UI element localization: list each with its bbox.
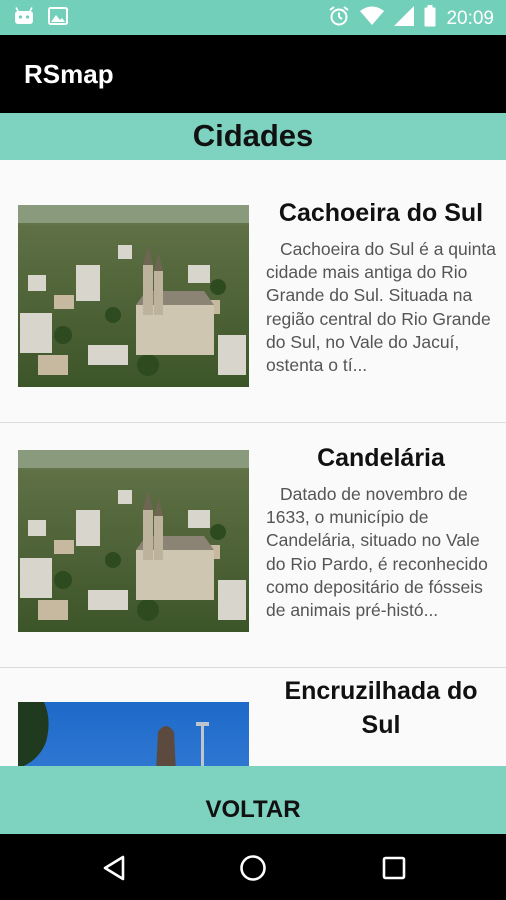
- home-icon[interactable]: [233, 848, 273, 888]
- voltar-button[interactable]: VOLTAR: [0, 766, 506, 834]
- section-header: Cidades: [0, 113, 506, 160]
- recents-icon[interactable]: [374, 848, 414, 888]
- battery-icon: [424, 5, 436, 32]
- app-bar: RSmap: [0, 35, 506, 113]
- city-list[interactable]: Cachoeira do Sul Cachoeira do Sul é a qu…: [0, 178, 506, 766]
- navigation-bar: [0, 834, 506, 900]
- city-description: Datado de novembro de 1633, o município …: [266, 484, 488, 621]
- city-photo: [18, 205, 249, 387]
- city-description: Cachoeira do Sul é a quinta cidade mais …: [266, 239, 496, 376]
- app-screen: 20:09 RSmap Cidades Cachoeira do Sul Cac…: [0, 0, 506, 900]
- app-title: RSmap: [24, 59, 114, 89]
- city-item-cachoeira-do-sul[interactable]: Cachoeira do Sul Cachoeira do Sul é a qu…: [0, 178, 506, 423]
- city-name: Cachoeira do Sul: [278, 199, 484, 227]
- status-time: 20:09: [446, 7, 494, 29]
- city-name: Encruzilhada do Sul: [284, 677, 478, 739]
- city-name: Candelária: [317, 444, 445, 472]
- alarm-icon: [328, 5, 350, 32]
- image-icon: [48, 7, 68, 30]
- city-item-encruzilhada-do-sul[interactable]: Encruzilhada do Sul: [0, 668, 506, 766]
- voltar-button-label: VOLTAR: [205, 796, 301, 823]
- city-photo: [18, 450, 249, 632]
- android-icon: [14, 7, 34, 30]
- status-bar: 20:09: [0, 0, 506, 35]
- signal-icon: [394, 6, 415, 31]
- city-photo: [18, 702, 249, 766]
- city-item-candelaria[interactable]: Candelária Datado de novembro de 1633, o…: [0, 423, 506, 668]
- back-icon[interactable]: [94, 848, 134, 888]
- wifi-icon: [360, 6, 385, 31]
- section-title: Cidades: [192, 118, 314, 153]
